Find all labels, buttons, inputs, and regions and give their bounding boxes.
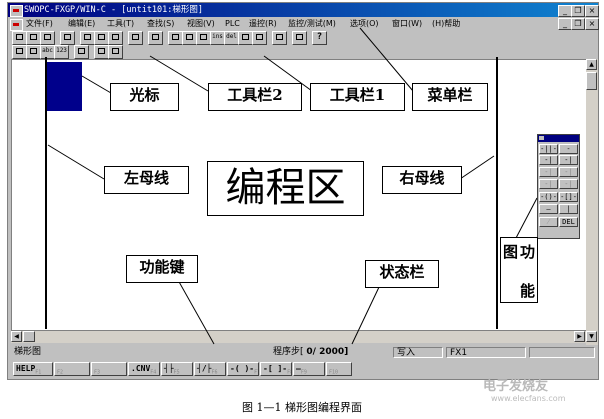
figure-caption: 图 1—1 梯形图编程界面 <box>242 401 362 414</box>
label-menubar: 菜单栏 <box>412 83 488 111</box>
label-function-palette-char: 能 <box>520 282 536 300</box>
label-function-keys: 功能键 <box>126 255 198 283</box>
watermark: 电子发烧友 <box>483 379 549 394</box>
palette-invert[interactable]: ⁄ <box>539 217 558 227</box>
palette-parallel-no[interactable]: -|↑|- <box>539 155 558 165</box>
label-right-bus: 右母线 <box>382 166 462 194</box>
label-left-bus: 左母线 <box>104 166 189 194</box>
palette-rise-parallel[interactable]: -|↑|- <box>539 179 558 189</box>
palette-vline[interactable]: | <box>559 204 578 214</box>
label-function-palette: 图 功 能 <box>500 237 538 303</box>
palette-parallel-nc[interactable]: -|↓|- <box>559 155 578 165</box>
palette-rise-contact[interactable]: -|↑|- <box>539 167 558 177</box>
palette-hline[interactable]: — <box>539 204 558 214</box>
label-function-palette-char: 功 <box>520 243 536 261</box>
label-status-bar: 状态栏 <box>365 260 439 288</box>
label-function-palette-char: 图 <box>503 243 519 261</box>
palette-no-contact[interactable]: -||- <box>539 144 558 154</box>
function-palette: -||- -|/|- -|↑|- -|↓|- -|↑|- -|↓|- -|↑|-… <box>537 134 580 239</box>
palette-nc-contact[interactable]: -|/|- <box>559 144 578 154</box>
palette-fall-contact[interactable]: -|↓|- <box>559 167 578 177</box>
palette-title-bar[interactable] <box>538 135 579 142</box>
label-toolbar2: 工具栏2 <box>208 83 302 111</box>
palette-delete[interactable]: DEL <box>559 217 578 227</box>
label-toolbar1: 工具栏1 <box>310 83 405 111</box>
palette-coil[interactable]: -()- <box>539 192 558 202</box>
label-cursor: 光标 <box>110 83 179 111</box>
label-edit-area: 编程区 <box>207 161 364 216</box>
palette-fall-parallel[interactable]: -|↓|- <box>559 179 578 189</box>
palette-instruction[interactable]: -[]- <box>559 192 578 202</box>
